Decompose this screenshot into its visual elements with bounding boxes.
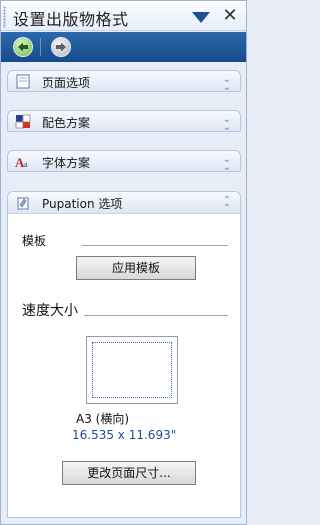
section-font-scheme[interactable]: A a 字体方案 ⌄ ⌄ <box>7 150 241 173</box>
page-size-thumbnail[interactable] <box>86 336 178 404</box>
apply-template-button[interactable]: 应用模板 <box>76 256 196 280</box>
section-header[interactable]: Pupation 选项 ⌃ ⌃ <box>8 192 240 214</box>
drag-grip[interactable] <box>3 6 6 28</box>
pane-title: 设置出版物格式 <box>13 10 129 29</box>
close-icon[interactable]: ✕ <box>221 7 239 25</box>
nav-separator <box>40 38 41 56</box>
chevron-down-icon[interactable]: ⌄ ⌄ <box>222 75 232 93</box>
forward-button[interactable] <box>51 37 71 57</box>
back-button[interactable] <box>13 37 33 57</box>
chevron-up-icon[interactable]: ⌃ ⌃ <box>222 196 232 214</box>
back-arrow-icon <box>18 42 28 52</box>
speed-size-label: 速度大小 <box>22 303 78 319</box>
section-page-options[interactable]: 页面选项 ⌄ ⌄ <box>7 70 241 93</box>
pupation-options-icon <box>17 197 29 210</box>
section-label: Pupation 选项 <box>42 197 123 211</box>
template-label: 模板 <box>22 234 47 248</box>
section-pupation-options: Pupation 选项 ⌃ ⌃ 模板 应用模板 速度大小 A3 (横向) 16.5… <box>7 191 241 518</box>
svg-text:a: a <box>24 160 28 169</box>
speed-size-field[interactable] <box>84 315 228 316</box>
font-scheme-icon: A a <box>15 155 28 169</box>
page-margin-outline <box>92 342 172 398</box>
format-publication-pane: 设置出版物格式 ✕ 页面选项 ⌄ ⌄ 配色方案 ⌄ ⌄ A a 字体方案 ⌄ ⌄… <box>0 0 247 525</box>
triangle-down-icon[interactable] <box>192 12 210 24</box>
nav-toolbar <box>1 32 246 62</box>
template-field[interactable] <box>82 245 228 246</box>
page-size-name: A3 (横向) <box>76 412 130 426</box>
change-page-size-button[interactable]: 更改页面尺寸... <box>62 461 196 485</box>
section-label: 页面选项 <box>42 76 91 90</box>
section-color-scheme[interactable]: 配色方案 ⌄ ⌄ <box>7 110 241 133</box>
page-size-dimensions: 16.535 x 11.693" <box>72 428 177 442</box>
page-options-icon <box>16 74 30 89</box>
pane-title-bar: 设置出版物格式 ✕ <box>1 1 246 31</box>
chevron-down-icon[interactable]: ⌄ ⌄ <box>222 115 232 133</box>
section-label: 字体方案 <box>42 156 91 170</box>
forward-arrow-icon <box>56 42 66 52</box>
section-label: 配色方案 <box>42 116 91 130</box>
chevron-down-icon[interactable]: ⌄ ⌄ <box>222 155 232 173</box>
color-scheme-icon <box>15 114 31 129</box>
